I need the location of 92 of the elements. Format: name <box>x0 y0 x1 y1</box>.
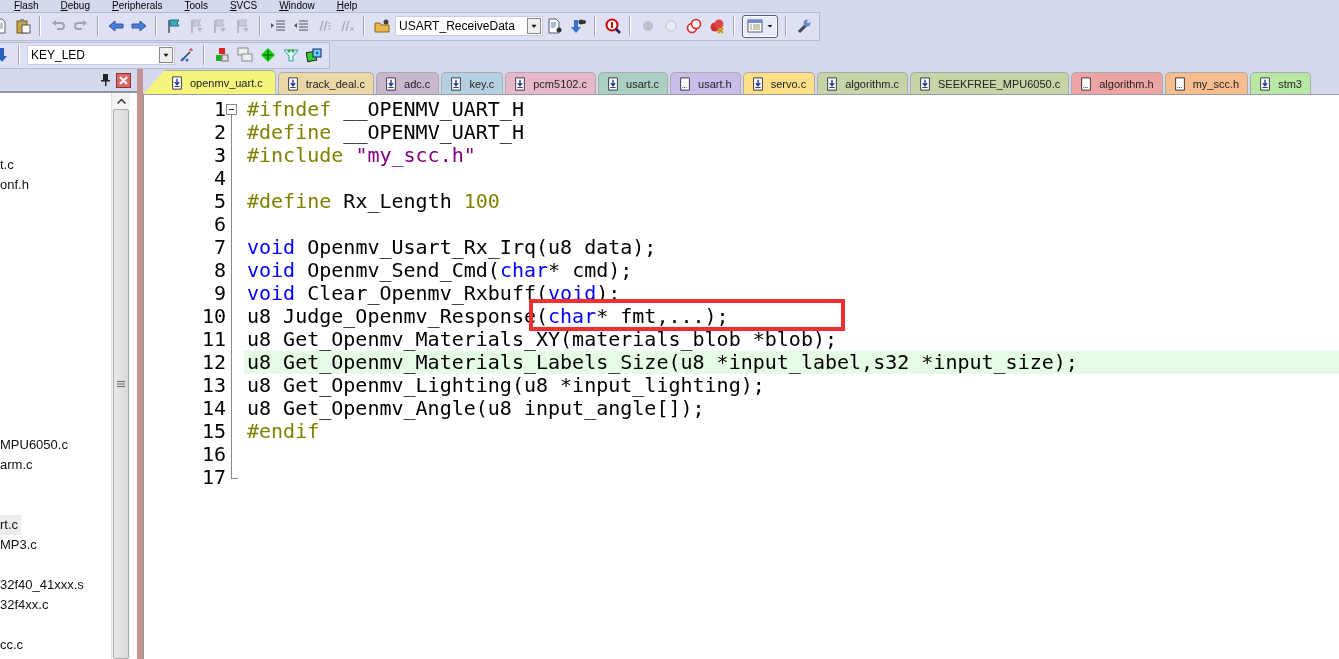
line-number: 5 <box>212 190 226 213</box>
dropdown-button[interactable] <box>527 18 541 35</box>
tree-item[interactable]: 32f40_41xxx.s <box>0 575 87 595</box>
target-combo[interactable]: KEY_LED <box>27 45 175 66</box>
folder-icon <box>373 18 390 35</box>
left-arrow-icon <box>107 18 124 35</box>
code-line: u8 Get_Openmv_Materials_Labels_Size(u8 *input_label,s32 *input_size); <box>247 351 1078 374</box>
tree-item[interactable]: arm.c <box>0 455 36 475</box>
file-tab[interactable]: adc.c <box>376 72 440 94</box>
code-line: u8 Get_Openmv_Materials_XY(materials_blob *blob); <box>247 328 837 351</box>
file-tab[interactable]: servo.c <box>742 72 816 94</box>
right-arrow-icon <box>130 18 147 35</box>
menu-item[interactable]: Peripherals <box>111 0 171 12</box>
file-tab[interactable]: usart.h <box>670 72 741 94</box>
function-combo[interactable]: USART_ReceiveData <box>395 16 543 37</box>
file-tab[interactable]: stm3 <box>1250 72 1311 94</box>
circles-icon <box>685 18 702 35</box>
line-number: 12 <box>200 351 226 374</box>
document-search-icon <box>546 18 563 35</box>
grip-icon <box>117 380 125 388</box>
line-number: 3 <box>212 144 226 167</box>
file-tab[interactable]: algorithm.h <box>1071 72 1163 94</box>
tree-item[interactable]: rt.c <box>0 515 22 535</box>
window-button[interactable] <box>742 15 778 38</box>
menu-item[interactable]: Tools <box>184 0 216 12</box>
code-line: u8 Get_Openmv_Lighting(u8 *input_lighting); <box>247 374 765 397</box>
scrollbar[interactable] <box>111 93 130 659</box>
code-line: #define Rx_Length 100 <box>247 190 500 213</box>
code-line: #include "my_scc.h" <box>247 144 476 167</box>
flag-icon <box>165 18 182 35</box>
code-line: u8 Get_Openmv_Angle(u8 input_angle[]); <box>247 397 705 420</box>
close-button[interactable] <box>116 72 131 88</box>
code-line: void Openmv_Send_Cmd(char* cmd); <box>247 259 633 282</box>
dice-icon <box>305 47 322 64</box>
file-tab[interactable]: my_scc.h <box>1164 72 1249 94</box>
menu-item[interactable]: Debug <box>60 0 98 12</box>
file-tab[interactable]: SEEKFREE_MPU6050.c <box>909 72 1070 94</box>
flag-arrow-icon <box>211 18 228 35</box>
document-icon <box>1079 76 1094 91</box>
tree-item[interactable]: 32f4xx.c <box>0 595 52 615</box>
menu-item[interactable]: Help <box>336 0 366 12</box>
code-line: #define __OPENMV_UART_H <box>247 121 524 144</box>
line-number: 7 <box>212 236 226 259</box>
wrench-icon <box>795 18 812 35</box>
clipboard-icon <box>14 18 31 35</box>
flag-arrow-icon <box>188 18 205 35</box>
flag-arrow-icon <box>234 18 251 35</box>
file-tab[interactable]: openmv_uart.c <box>143 70 276 94</box>
document-icon <box>678 76 693 91</box>
line-number: 14 <box>200 397 226 420</box>
tree-item[interactable]: MPU6050.c <box>0 435 71 455</box>
dropdown-button[interactable] <box>159 47 173 64</box>
tree-item[interactable]: MP3.c <box>0 535 40 555</box>
pin-icon[interactable] <box>100 74 110 86</box>
binoculars-arrow-icon <box>569 18 586 35</box>
blocks-icon <box>213 47 230 64</box>
collapse-icon[interactable] <box>226 104 237 115</box>
tree-item[interactable]: cc.c <box>0 635 27 655</box>
line-number: 1 <box>212 98 226 121</box>
code-line: #ifndef __OPENMV_UART_H <box>247 98 524 121</box>
file-tab[interactable]: algorithm.c <box>817 72 908 94</box>
line-number: 4 <box>212 167 226 190</box>
file-tab[interactable]: track_deal.c <box>277 72 375 94</box>
tree-item[interactable]: onf.h <box>0 175 32 195</box>
funnel-icon <box>282 47 299 64</box>
window-icon <box>746 18 763 35</box>
line-number: 11 <box>200 328 226 351</box>
file-tab[interactable]: pcm5102.c <box>505 72 597 94</box>
line-number: 16 <box>200 443 226 466</box>
line-number: 13 <box>200 374 226 397</box>
line-number: 10 <box>200 305 226 328</box>
file-tab[interactable]: usart.c <box>598 72 669 94</box>
diamond-icon <box>259 47 276 64</box>
windows-icon <box>236 47 253 64</box>
menu-item[interactable]: SVCS <box>229 0 266 12</box>
magnifier-icon <box>604 18 621 35</box>
wand-icon <box>178 47 195 64</box>
line-number: 17 <box>200 466 226 489</box>
circles-cross-icon <box>708 18 725 35</box>
line-number: 2 <box>212 121 226 144</box>
line-number: 9 <box>212 282 226 305</box>
file-tab[interactable]: key.c <box>441 72 504 94</box>
code-line: #endif <box>247 420 320 443</box>
circle-icon <box>662 18 679 35</box>
line-number: 15 <box>200 420 226 443</box>
line-number: 8 <box>212 259 226 282</box>
line-number: 6 <box>212 213 226 236</box>
code-line: void Openmv_Usart_Rx_Irq(u8 data); <box>247 236 657 259</box>
document-icon <box>1172 76 1187 91</box>
menu-item[interactable]: Flash <box>14 0 47 12</box>
tree-item[interactable]: t.c <box>0 155 17 175</box>
menu-item[interactable]: Window <box>279 0 323 12</box>
